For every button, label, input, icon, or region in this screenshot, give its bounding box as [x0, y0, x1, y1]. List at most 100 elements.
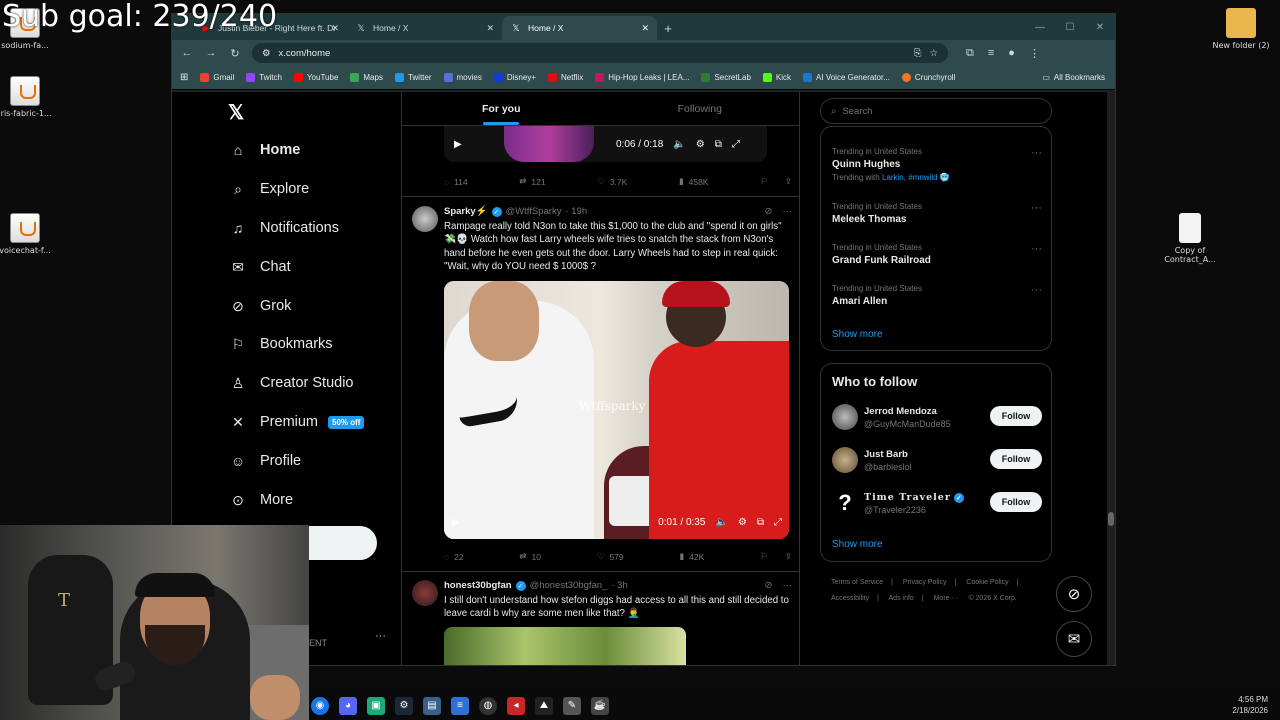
media-icon[interactable]: ◂ — [507, 696, 525, 715]
nav-explore[interactable]: ⌕ Explore — [230, 181, 309, 198]
bookmark-hiphop-leaks[interactable]: Hip-Hop Leaks | LEA... — [595, 73, 689, 82]
like-button[interactable]: ♡ 579 — [597, 551, 624, 562]
all-bookmarks[interactable]: ▭ All Bookmarks — [1042, 73, 1105, 82]
desktop-icon-new-folder[interactable]: New folder (2) — [1206, 8, 1276, 50]
more-icon[interactable]: ··· — [1031, 147, 1042, 159]
minimize-icon[interactable]: — — [1025, 14, 1055, 40]
bookmark-ai-voice[interactable]: AI Voice Generator... — [803, 73, 890, 82]
nav-home[interactable]: ⌂ Home — [230, 142, 301, 158]
follow-suggestion[interactable]: ? Time Traveler ✓ @Traveler2236 Follow — [832, 490, 1042, 520]
bookmark-kick[interactable]: Kick — [762, 73, 791, 82]
bookmark-youtube[interactable]: YouTube — [293, 73, 338, 82]
apps-icon[interactable]: ⊞ — [180, 72, 188, 83]
kebab-menu-icon[interactable]: ⋮ — [1029, 47, 1040, 60]
more-icon[interactable]: ··· — [783, 206, 793, 217]
trend-item[interactable]: Trending in United States Meleek Thomas … — [832, 202, 1042, 225]
bookmark-secretlab[interactable]: SecretLab — [701, 73, 751, 82]
tab-following[interactable]: Following — [601, 92, 800, 125]
close-icon[interactable]: ✕ — [486, 23, 494, 34]
grok-icon[interactable]: ⊘ — [765, 580, 773, 591]
grok-fab-button[interactable]: ⊘ — [1056, 576, 1092, 612]
follow-suggestion[interactable]: Just Barb @barbleslol Follow — [832, 447, 1042, 477]
chrome-icon[interactable]: ◉ — [311, 696, 329, 715]
notes-icon[interactable]: ≡ — [451, 696, 469, 715]
repost-button[interactable]: ⇄ 10 — [519, 551, 541, 562]
star-icon[interactable]: ☆ — [929, 48, 938, 59]
bookmark-maps[interactable]: Maps — [350, 73, 383, 82]
grok-icon[interactable]: ⊘ — [765, 206, 773, 217]
tab-home-x-2[interactable]: 𝕏 Home / X ✕ — [502, 16, 657, 40]
nav-creator-studio[interactable]: ♙ Creator Studio — [230, 375, 354, 392]
nav-profile[interactable]: ☺ Profile — [230, 453, 301, 469]
settings-icon[interactable]: ⚙ — [738, 517, 747, 528]
steam-icon[interactable]: ⚙ — [395, 696, 413, 715]
show-more-link[interactable]: Show more — [832, 329, 883, 340]
nav-premium[interactable]: ✕ Premium 50% off — [230, 414, 365, 430]
reload-icon[interactable]: ↻ — [228, 47, 242, 60]
install-icon[interactable]: ⎘ — [914, 48, 922, 59]
trend-item[interactable]: Trending in United States Amari Allen ··… — [832, 284, 1042, 307]
reply-button[interactable]: ◌ 22 — [444, 551, 464, 562]
url-field[interactable]: ⚙ x.com/home ⎘ ☆ — [252, 43, 948, 63]
desktop-icon-voicechat[interactable]: voicechat-f... — [0, 213, 60, 255]
volume-icon[interactable]: 🔈 — [715, 517, 727, 528]
forward-icon[interactable]: → — [204, 47, 218, 59]
desktop-icon-iris[interactable]: iris-fabric-1... — [0, 76, 60, 118]
fullscreen-icon[interactable]: ⤢ — [774, 517, 782, 528]
nav-more[interactable]: ⊙ More — [230, 492, 293, 509]
bookmark-disney[interactable]: Disney+ — [493, 73, 536, 82]
maximize-icon[interactable]: ☐ — [1055, 14, 1085, 40]
desktop-icon-contract[interactable]: Copy of Contract_A... — [1155, 213, 1225, 264]
avatar[interactable] — [832, 404, 858, 430]
play-icon[interactable]: ▶ — [452, 517, 460, 528]
avatar[interactable]: ● — [1008, 47, 1015, 60]
discord-icon[interactable]: ◕ — [339, 696, 357, 715]
views-button[interactable]: ▮ 42K — [679, 551, 704, 562]
settings-icon[interactable]: ⚙ — [696, 139, 705, 150]
show-more-link[interactable]: Show more — [832, 539, 883, 550]
close-icon[interactable]: ✕ — [331, 23, 339, 34]
follow-button[interactable]: Follow — [990, 492, 1042, 512]
more-icon[interactable]: ··· — [1031, 284, 1042, 296]
close-icon[interactable]: ✕ — [641, 23, 649, 34]
more-icon[interactable]: ··· — [1031, 243, 1042, 255]
x-logo-icon[interactable]: 𝕏 — [228, 100, 244, 125]
media-icon[interactable]: ≡ — [988, 47, 994, 60]
avatar[interactable] — [412, 580, 438, 606]
video-player[interactable]: ▶ 0:06 / 0:18 🔈 ⚙ ⧉ ⤢ — [444, 126, 767, 162]
follow-suggestion[interactable]: Jerrod Mendoza @GuyMcManDude85 Follow — [832, 404, 1042, 434]
site-info-icon[interactable]: ⚙ — [262, 48, 271, 59]
nav-bookmarks[interactable]: ⚐ Bookmarks — [230, 336, 333, 353]
tab-home-x-1[interactable]: 𝕏 Home / X ✕ — [347, 16, 502, 40]
bookmark-crunchyroll[interactable]: Crunchyroll — [901, 73, 955, 82]
repost-button[interactable]: ⇄ 121 — [519, 176, 545, 187]
nav-chat[interactable]: ✉ Chat — [230, 259, 291, 276]
share-icon[interactable]: ⇪ — [785, 176, 792, 187]
bookmark-gmail[interactable]: Gmail — [200, 73, 234, 82]
views-button[interactable]: ▮ 458K — [679, 176, 709, 187]
nav-grok[interactable]: ⊘ Grok — [230, 298, 291, 315]
share-icon[interactable]: ⇪ — [785, 551, 792, 562]
author-name[interactable]: honest30bgfan — [444, 580, 512, 591]
post-time[interactable]: · 19h — [565, 206, 587, 217]
avatar[interactable] — [412, 206, 438, 232]
account-more-icon[interactable]: ··· — [375, 630, 386, 642]
system-clock[interactable]: 4:56 PM 2/18/2026 — [1232, 694, 1268, 716]
extensions-icon[interactable]: ⧉ — [966, 47, 974, 60]
author-name[interactable]: Sparky⚡ — [444, 206, 488, 217]
author-handle[interactable]: @WtffSparky — [506, 206, 562, 217]
bookmark-twitter[interactable]: Twitter — [394, 73, 432, 82]
more-icon[interactable]: ··· — [783, 580, 793, 591]
nav-notifications[interactable]: ♫ Notifications — [230, 220, 339, 236]
bookmark-netflix[interactable]: Netflix — [547, 73, 583, 82]
trend-item[interactable]: Trending in United States Quinn Hughes T… — [832, 147, 1042, 182]
scrollbar-thumb[interactable] — [1108, 512, 1114, 526]
author-handle[interactable]: @honest30bgfan_ — [530, 580, 608, 591]
close-window-icon[interactable]: ✕ — [1085, 14, 1115, 40]
follow-button[interactable]: Follow — [990, 449, 1042, 469]
paint-icon[interactable]: ✎ — [563, 696, 581, 715]
scrollbar[interactable] — [1107, 92, 1115, 665]
messages-fab-button[interactable]: ✉ — [1056, 621, 1092, 657]
java-icon[interactable]: ☕ — [591, 696, 609, 715]
post-time[interactable]: · 3h — [611, 580, 627, 591]
